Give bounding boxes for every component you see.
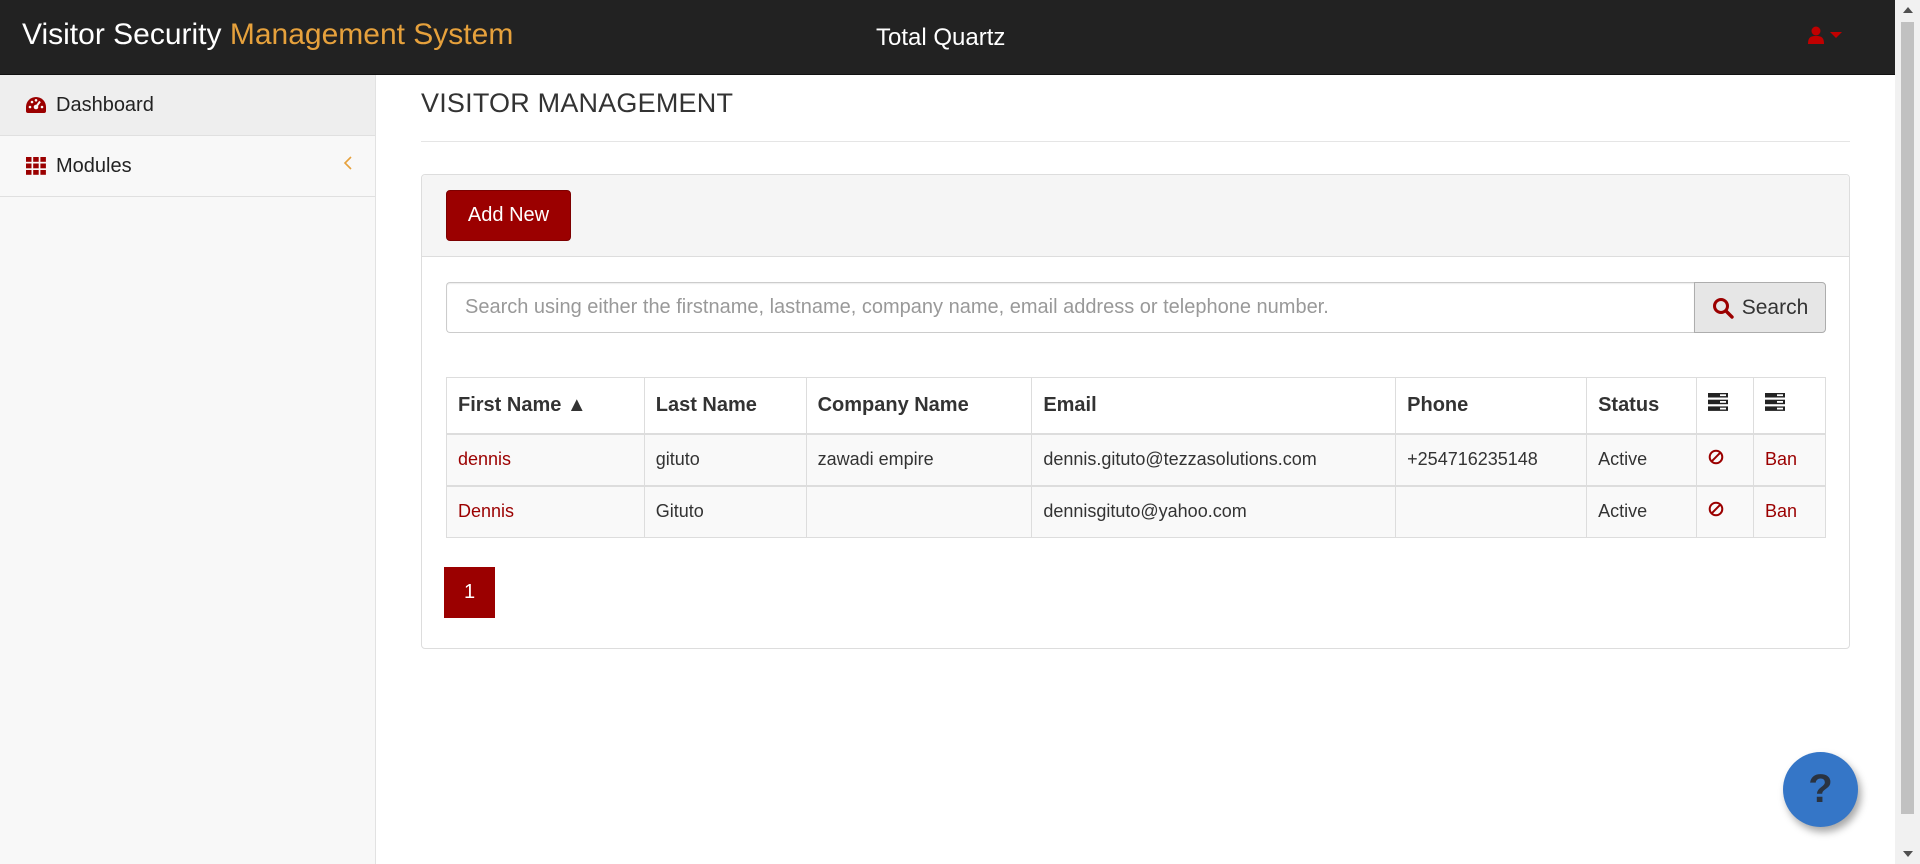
- search-bar: Search: [446, 282, 1826, 333]
- dashboard-icon: [25, 94, 47, 116]
- cell-ban-icon: [1696, 433, 1754, 487]
- cell-ban-icon: [1696, 485, 1754, 538]
- first-name-link[interactable]: dennis: [458, 449, 511, 469]
- cell-ban-action: Ban: [1752, 485, 1827, 538]
- panel-heading: Add New: [422, 175, 1849, 257]
- pagination-page-1[interactable]: 1: [444, 567, 495, 618]
- cell-last-name: Gituto: [643, 485, 807, 538]
- header-phone[interactable]: Phone: [1395, 377, 1588, 435]
- visitor-table: First Name ▲ Last Name Company Name Emai…: [446, 377, 1827, 538]
- sidebar-item-modules[interactable]: Modules: [0, 136, 375, 197]
- visitor-panel: Add New Search First Name ▲ Last Name Co…: [421, 174, 1850, 649]
- cell-phone: [1395, 485, 1588, 538]
- cell-company: zawadi empire: [805, 433, 1033, 487]
- caret-down-icon: [1830, 32, 1842, 38]
- cell-email: dennis.gituto@tezzasolutions.com: [1031, 433, 1397, 487]
- header-first-name[interactable]: First Name ▲: [446, 377, 645, 435]
- cell-first-name: dennis: [446, 433, 645, 487]
- columns-icon: [1708, 393, 1728, 412]
- table-row: dennis gituto zawadi empire dennis.gitut…: [446, 433, 1827, 487]
- cell-last-name: gituto: [643, 433, 807, 487]
- search-input[interactable]: [446, 282, 1694, 333]
- sidebar-item-label: Dashboard: [56, 93, 154, 116]
- search-button[interactable]: Search: [1694, 282, 1826, 333]
- app-title-accent: Management System: [229, 18, 514, 51]
- user-menu[interactable]: [1808, 26, 1842, 44]
- cell-status: Active: [1586, 485, 1697, 538]
- top-navbar: Visitor Security Management System Total…: [0, 0, 1895, 75]
- cell-company: [805, 485, 1033, 538]
- search-button-label: Search: [1741, 295, 1809, 319]
- cell-email: dennisgituto@yahoo.com: [1031, 485, 1397, 538]
- columns-icon: [1764, 393, 1785, 412]
- header-company-name[interactable]: Company Name: [805, 377, 1033, 435]
- table-row: Dennis Gituto dennisgituto@yahoo.com Act…: [446, 485, 1827, 538]
- ban-icon[interactable]: [1708, 449, 1724, 465]
- help-button[interactable]: ?: [1783, 752, 1858, 827]
- help-icon: ?: [1808, 767, 1833, 811]
- page-title: VISITOR MANAGEMENT: [421, 88, 734, 118]
- header-last-name[interactable]: Last Name: [643, 377, 807, 435]
- chevron-left-icon: [343, 156, 352, 170]
- scroll-down-arrow-icon[interactable]: [1895, 844, 1920, 864]
- header-status[interactable]: Status: [1586, 377, 1697, 435]
- vertical-scrollbar[interactable]: [1895, 0, 1920, 864]
- scrollbar-thumb[interactable]: [1901, 22, 1914, 814]
- ban-icon[interactable]: [1708, 501, 1724, 517]
- ban-link[interactable]: Ban: [1765, 501, 1797, 521]
- ban-link[interactable]: Ban: [1765, 449, 1797, 469]
- cell-phone: +254716235148: [1395, 433, 1588, 487]
- sidebar-item-label: Modules: [56, 154, 132, 177]
- scroll-up-arrow-icon[interactable]: [1895, 0, 1920, 20]
- header-columns-icon-cell[interactable]: [1696, 377, 1754, 435]
- first-name-link[interactable]: Dennis: [458, 501, 514, 521]
- sidebar-item-dashboard[interactable]: Dashboard: [0, 75, 375, 136]
- sidebar: Dashboard Modules: [0, 75, 376, 864]
- search-icon: [1712, 297, 1734, 319]
- header-columns-icon-cell[interactable]: [1752, 377, 1827, 435]
- organization-name: Total Quartz: [876, 24, 1006, 51]
- cell-ban-action: Ban: [1752, 433, 1827, 487]
- user-icon: [1808, 26, 1824, 44]
- cell-status: Active: [1586, 433, 1697, 487]
- app-title[interactable]: Visitor Security Management System: [22, 18, 513, 52]
- title-divider: [421, 141, 1850, 142]
- grid-icon: [25, 155, 47, 177]
- header-email[interactable]: Email: [1031, 377, 1397, 435]
- cell-first-name: Dennis: [446, 485, 645, 538]
- table-header-row: First Name ▲ Last Name Company Name Emai…: [446, 377, 1827, 435]
- app-title-main: Visitor Security: [22, 18, 230, 51]
- add-new-button[interactable]: Add New: [446, 190, 571, 241]
